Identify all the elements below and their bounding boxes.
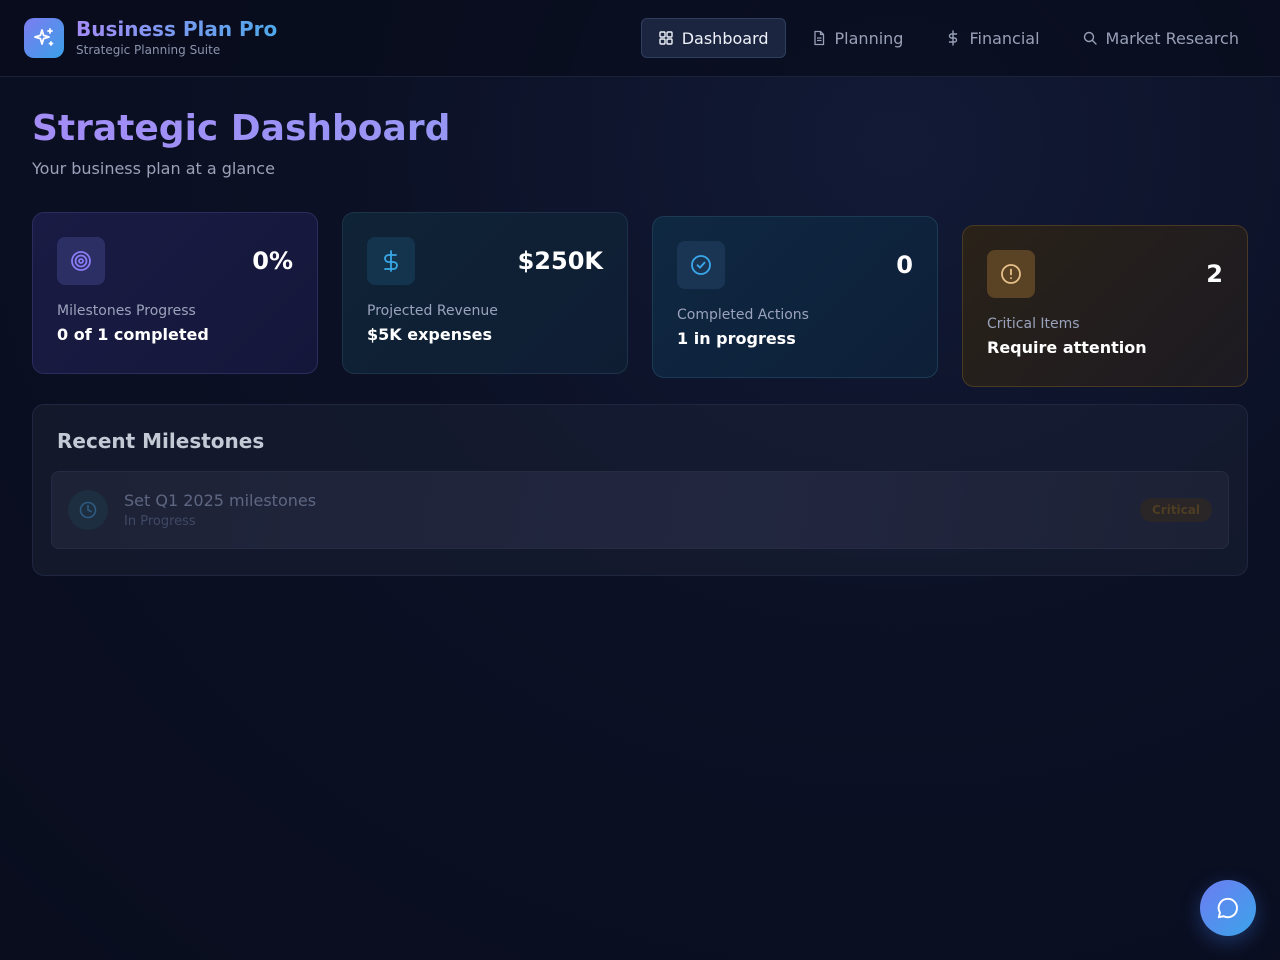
stat-card-critical[interactable]: 2 Critical Items Require attention (962, 225, 1248, 387)
stat-detail: 1 in progress (677, 329, 796, 348)
brand[interactable]: Business Plan Pro Strategic Planning Sui… (24, 17, 277, 59)
milestone-name: Set Q1 2025 milestones (124, 491, 317, 510)
stat-detail: Require attention (987, 338, 1147, 357)
nav-tab-market-research[interactable]: Market Research (1065, 18, 1256, 58)
nav-tab-label: Financial (969, 28, 1040, 48)
nav-tab-financial[interactable]: Financial (928, 18, 1056, 58)
main-nav: Dashboard Planning Financial Market Rese… (640, 18, 1256, 58)
stat-cards: 0% Milestones Progress 0 of 1 completed … (32, 212, 1248, 387)
stat-value: 0% (252, 247, 293, 275)
recent-milestones-panel: Recent Milestones Set Q1 2025 milestones… (32, 404, 1248, 576)
check-circle-icon (677, 241, 725, 289)
chat-button[interactable] (1200, 880, 1256, 936)
page-subtitle: Your business plan at a glance (32, 159, 275, 178)
dollar-icon (367, 237, 415, 285)
stat-label: Projected Revenue (367, 303, 498, 319)
dollar-icon (949, 30, 958, 46)
target-icon (57, 237, 105, 285)
clock-icon (68, 490, 108, 530)
nav-tab-label: Dashboard (681, 28, 769, 48)
milestone-status: In Progress (124, 514, 196, 529)
sparkles-icon (24, 18, 64, 58)
nav-tab-planning[interactable]: Planning (794, 18, 921, 58)
milestone-item[interactable]: Set Q1 2025 milestones In Progress Criti… (51, 471, 1229, 549)
alert-circle-icon (987, 250, 1035, 298)
stat-detail: $5K expenses (367, 325, 492, 344)
stat-value: $250K (517, 247, 603, 275)
grid-icon (659, 31, 673, 45)
nav-tab-label: Market Research (1105, 28, 1239, 48)
app-header: Business Plan Pro Strategic Planning Sui… (0, 0, 1280, 77)
nav-tab-label: Planning (834, 28, 904, 48)
stat-card-revenue[interactable]: $250K Projected Revenue $5K expenses (342, 212, 628, 374)
document-icon (813, 30, 824, 46)
search-icon (1083, 31, 1097, 45)
stat-detail: 0 of 1 completed (57, 325, 209, 344)
brand-title: Business Plan Pro (76, 17, 278, 41)
chat-bubble-icon (1217, 897, 1238, 919)
brand-subtitle: Strategic Planning Suite (76, 43, 221, 57)
nav-tab-dashboard[interactable]: Dashboard (640, 18, 786, 58)
stat-value: 2 (1206, 260, 1223, 288)
stat-value: 0 (896, 251, 913, 279)
stat-card-milestones[interactable]: 0% Milestones Progress 0 of 1 completed (32, 212, 318, 374)
stat-label: Milestones Progress (57, 303, 196, 319)
stat-label: Critical Items (987, 316, 1080, 332)
main-content: Strategic Dashboard Your business plan a… (0, 77, 1280, 576)
page-title: Strategic Dashboard (32, 107, 1248, 151)
stat-label: Completed Actions (677, 307, 809, 323)
stat-card-actions[interactable]: 0 Completed Actions 1 in progress (652, 216, 938, 378)
section-title: Recent Milestones (57, 429, 265, 453)
priority-badge: Critical (1139, 498, 1212, 522)
